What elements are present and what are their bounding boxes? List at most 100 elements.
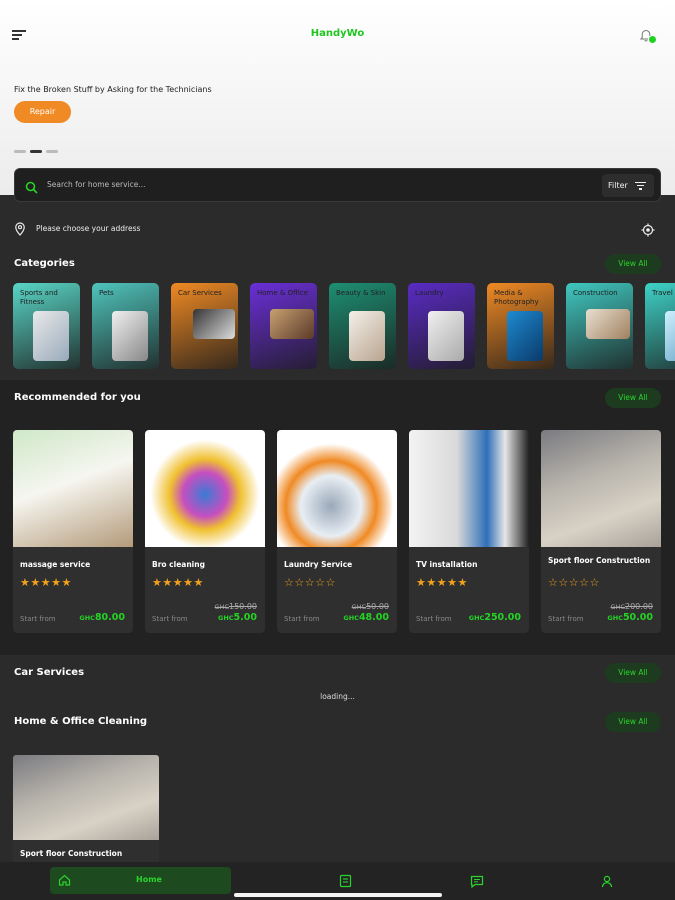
service-price: GHC80.00	[79, 612, 125, 623]
address-prompt: Please choose your address	[36, 224, 141, 233]
old-price: GHC150.00	[215, 602, 257, 611]
loading-indicator: loading...	[320, 692, 355, 701]
category-media-photography[interactable]: Media & Photography	[487, 283, 554, 369]
category-beauty-skin[interactable]: Beauty & Skin	[329, 283, 396, 369]
service-image	[541, 430, 661, 547]
price-value: 48.00	[358, 612, 389, 623]
service-card[interactable]: Sport floor Construction	[13, 755, 159, 863]
location-pin-icon	[15, 222, 25, 236]
category-pets[interactable]: Pets	[92, 283, 159, 369]
search-icon	[25, 179, 38, 194]
category-label: Construction	[573, 289, 618, 297]
old-price-value: 200.00	[625, 602, 653, 611]
rating-stars: ☆☆☆☆☆	[284, 576, 336, 589]
service-card[interactable]: Bro cleaning ★★★★★ GHC150.00 Start from …	[145, 430, 265, 633]
currency: GHC	[343, 614, 359, 622]
category-image	[33, 311, 69, 361]
service-card[interactable]: Laundry Service ☆☆☆☆☆ GHC50.00 Start fro…	[277, 430, 397, 633]
home-icon	[58, 874, 71, 886]
price-value: 5.00	[233, 612, 257, 623]
category-label: Home & Office	[257, 289, 309, 297]
repair-button[interactable]: Repair	[14, 101, 71, 123]
category-image	[428, 311, 464, 361]
recommended-view-all-button[interactable]: View All	[605, 388, 661, 408]
filter-button[interactable]: Filter	[602, 174, 654, 197]
rating-stars: ☆☆☆☆☆	[548, 576, 600, 589]
search-input[interactable]: Search for home service...	[47, 180, 146, 189]
price-value: 50.00	[622, 612, 653, 623]
currency: GHC	[214, 603, 229, 611]
service-name: Bro cleaning	[152, 560, 205, 569]
category-construction[interactable]: Construction	[566, 283, 633, 369]
start-from-label: Start from	[284, 615, 320, 623]
service-card[interactable]: TV installation ★★★★★ Start from GHC250.…	[409, 430, 529, 633]
currency: GHC	[351, 603, 367, 611]
locate-me-icon[interactable]	[641, 222, 655, 237]
nav-home-tab[interactable]: Home	[50, 867, 231, 894]
start-from-label: Start from	[548, 615, 584, 623]
app-title: HandyWo	[310, 28, 365, 39]
status-bar: 100%	[0, 0, 675, 16]
category-car-services[interactable]: Car Services	[171, 283, 238, 369]
chat-icon[interactable]	[470, 873, 484, 889]
start-from-label: Start from	[152, 615, 188, 623]
service-name: Laundry Service	[284, 560, 353, 569]
old-price-value: 50.00	[366, 602, 389, 611]
category-travel-tourism[interactable]: Travel & Tourism	[645, 283, 675, 369]
rating-stars: ★★★★★	[416, 576, 468, 589]
search-bar[interactable]: Search for home service... Filter	[14, 168, 661, 202]
service-name: Sport floor Construction	[548, 556, 651, 565]
category-label: Car Services	[178, 289, 222, 297]
notification-bell-icon[interactable]	[639, 28, 657, 44]
service-price: GHC250.00	[469, 612, 521, 623]
home-office-view-all-button[interactable]: View All	[605, 712, 661, 732]
start-from-label: Start from	[20, 615, 56, 623]
category-image	[112, 311, 148, 361]
carousel-indicator[interactable]	[14, 150, 58, 153]
category-image	[270, 309, 314, 339]
service-name: TV installation	[416, 560, 478, 569]
category-image	[665, 311, 675, 361]
categories-carousel[interactable]: Sports and Fitness Pets Car Services Hom…	[13, 283, 675, 371]
rating-stars: ★★★★★	[152, 576, 204, 589]
old-price-value: 150.00	[229, 602, 257, 611]
service-card[interactable]: Sport floor Construction ☆☆☆☆☆ GHC200.00…	[541, 430, 661, 633]
recommended-title: Recommended for you	[14, 392, 141, 403]
filter-label: Filter	[608, 181, 628, 190]
category-laundry[interactable]: Laundry	[408, 283, 475, 369]
nav-home-label: Home	[136, 875, 162, 884]
category-label: Beauty & Skin	[336, 289, 386, 297]
old-price: GHC200.00	[611, 602, 653, 611]
service-image	[13, 755, 159, 840]
currency: GHC	[79, 614, 95, 622]
service-card[interactable]: massage service ★★★★★ Start from GHC80.0…	[13, 430, 133, 633]
home-indicator[interactable]	[234, 893, 442, 897]
car-services-view-all-button[interactable]: View All	[605, 663, 661, 683]
service-image	[277, 430, 397, 547]
category-image	[349, 311, 385, 361]
category-home-office[interactable]: Home & Office	[250, 283, 317, 369]
currency: GHC	[610, 603, 625, 611]
category-sports-and-fitness[interactable]: Sports and Fitness	[13, 283, 80, 369]
hero-banner: 100% HandyWo Fix the Broken Stuff by Ask…	[0, 0, 675, 195]
category-image	[193, 309, 235, 339]
categories-view-all-button[interactable]: View All	[605, 254, 661, 274]
address-selector[interactable]: Please choose your address	[14, 222, 140, 238]
service-price: GHC48.00	[343, 612, 389, 623]
service-name: massage service	[20, 560, 91, 569]
categories-title: Categories	[14, 258, 75, 269]
category-label: Sports and Fitness	[20, 289, 58, 306]
rating-stars: ★★★★★	[20, 576, 72, 589]
service-image	[13, 430, 133, 547]
category-label: Laundry	[415, 289, 444, 297]
service-image	[409, 430, 529, 547]
bookings-icon[interactable]	[339, 873, 353, 888]
old-price: GHC50.00	[352, 602, 389, 611]
profile-icon[interactable]	[601, 873, 615, 888]
service-price: GHC5.00	[218, 612, 257, 623]
service-price: GHC50.00	[607, 612, 653, 623]
car-services-title: Car Services	[14, 667, 85, 678]
battery-status: 100%	[644, 3, 665, 11]
currency: GHC	[607, 614, 623, 622]
category-image	[586, 309, 630, 339]
